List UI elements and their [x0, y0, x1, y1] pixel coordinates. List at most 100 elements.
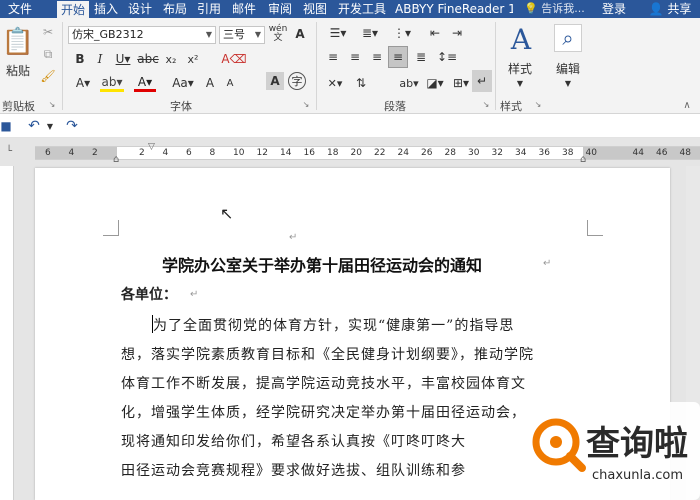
tab-home[interactable]: 开始	[57, 0, 89, 18]
underline-icon[interactable]: U▾	[112, 50, 134, 68]
clipboard-launcher-icon[interactable]: ↘	[48, 100, 56, 109]
highlight-color-icon[interactable]: ab▾	[100, 74, 124, 92]
chevron-down-icon[interactable]: ▼	[560, 78, 576, 88]
chevron-down-icon[interactable]: ▼	[45, 118, 55, 134]
watermark-brand: 查询啦	[586, 424, 688, 464]
shrink-font-icon[interactable]: A	[222, 74, 238, 92]
styles-icon[interactable]: A	[504, 22, 538, 56]
tell-me-search[interactable]: 💡 告诉我...	[524, 0, 594, 18]
phonetic-guide-button[interactable]: wén 文	[268, 24, 288, 44]
share-button[interactable]: 👤 共享	[640, 0, 700, 18]
tell-me-label: 告诉我...	[541, 2, 585, 15]
multilevel-list-icon[interactable]: ⋮▾	[388, 24, 416, 42]
align-left-icon[interactable]: ≡	[324, 48, 342, 66]
tab-selector-icon[interactable]: └	[2, 146, 16, 160]
tab-review[interactable]: 审阅	[265, 0, 295, 18]
copy-icon[interactable]: ⧉	[40, 46, 56, 62]
tab-references[interactable]: 引用	[194, 0, 224, 18]
bullets-icon[interactable]: ☰▾	[324, 24, 352, 42]
grow-font-icon[interactable]: A	[202, 74, 218, 92]
text-effects-icon[interactable]: A▾	[72, 74, 94, 92]
tab-file[interactable]: 文件	[0, 0, 40, 18]
chinese-layout-icon[interactable]: ✕▾	[324, 74, 346, 92]
enclose-characters-icon[interactable]: 字	[288, 72, 306, 90]
ruler-tick-label: 8	[209, 148, 216, 158]
tab-layout[interactable]: 布局	[160, 0, 190, 18]
numbering-icon[interactable]: ≣▾	[356, 24, 384, 42]
subscript-icon[interactable]: x₂	[162, 50, 180, 68]
font-name-dropdown[interactable]: 仿宋_GB2312 ▼	[68, 26, 216, 44]
line-spacing-icon[interactable]: ↕≡	[434, 48, 460, 66]
tab-mailings[interactable]: 邮件	[229, 0, 259, 18]
clear-formatting-icon[interactable]: A⌫	[221, 50, 246, 68]
right-indent-marker-icon[interactable]: ⌂	[580, 154, 586, 165]
styles-group-label: 样式	[500, 100, 522, 113]
bold-icon[interactable]: B	[72, 50, 88, 68]
vertical-ruler[interactable]	[0, 166, 14, 500]
ruler-tick-label: 32	[491, 148, 503, 158]
ruler-tick-label: 14	[280, 148, 292, 158]
tab-abbyy-finereader[interactable]: ABBYY FineReader 1	[395, 0, 513, 18]
body-line[interactable]: 田径运动会竞赛规程》要求做好选拔、组队训练和参	[121, 460, 466, 480]
font-size-dropdown[interactable]: 三号 ▼	[219, 26, 265, 44]
borders-icon[interactable]: ⊞▾	[450, 74, 472, 92]
align-right-icon[interactable]: ≡	[368, 48, 386, 66]
character-border-icon[interactable]: A	[290, 24, 310, 44]
ruler-tick-label: 36	[538, 148, 550, 158]
sort-icon[interactable]: ⇅	[350, 74, 372, 92]
superscript-icon[interactable]: x²	[184, 50, 202, 68]
body-line[interactable]: 化，增强学生体质，经学院研究决定举办第十届田径运动会，	[121, 402, 526, 422]
distributed-icon[interactable]: ≣	[412, 48, 430, 66]
increase-indent-icon[interactable]: ⇥	[448, 24, 466, 42]
tab-insert[interactable]: 插入	[91, 0, 121, 18]
body-line[interactable]: 现将通知印发给你们，希望各系认真按《叮咚叮咚大	[121, 431, 466, 451]
sign-in-button[interactable]: 登录	[598, 0, 630, 18]
collapse-ribbon-icon[interactable]: ∧	[680, 100, 694, 111]
margin-corner-mark	[587, 220, 603, 236]
paste-button[interactable]: 粘贴	[2, 62, 34, 78]
change-case-icon[interactable]: Aa▾	[168, 74, 198, 92]
character-shading-icon[interactable]: A	[266, 72, 284, 90]
search-icon[interactable]: ⌕	[554, 24, 582, 52]
paste-icon[interactable]: 📋	[2, 24, 34, 60]
character-spacing-icon[interactable]: ab▾	[398, 74, 420, 92]
paragraph-launcher-icon[interactable]: ↘	[482, 100, 490, 109]
tab-design[interactable]: 设计	[125, 0, 155, 18]
document-addressee[interactable]: 各单位：	[121, 284, 177, 304]
justify-icon[interactable]: ≡	[388, 46, 408, 68]
ribbon-tab-bar: 文件 开始 插入 设计 布局 引用 邮件 审阅 视图 开发工具 ABBYY Fi…	[0, 0, 700, 18]
body-line[interactable]: 体育工作不断发展，提高学院运动竞技水平，丰富校园体育文	[121, 373, 526, 393]
hanging-indent-marker-icon[interactable]: ⌂	[113, 154, 119, 165]
ruler-tick-label: 6	[45, 148, 51, 158]
share-label: 共享	[667, 2, 692, 16]
format-painter-icon[interactable]: 🖌	[40, 68, 56, 84]
styles-button[interactable]: 样式	[500, 60, 540, 76]
font-launcher-icon[interactable]: ↘	[302, 100, 310, 109]
italic-icon[interactable]: I	[92, 50, 108, 68]
undo-icon[interactable]: ↶	[24, 118, 44, 134]
redo-icon[interactable]: ↷	[62, 118, 82, 134]
horizontal-ruler[interactable]: 6 4 2 2 4 6 8 10 12 14 16 18 20 22 24 26 28 30 32 34 36 38 40 4…	[35, 146, 700, 160]
styles-launcher-icon[interactable]: ↘	[534, 100, 542, 109]
first-line-indent-marker-icon[interactable]: ▽	[148, 142, 155, 152]
body-line[interactable]: 想，落实学院素质教育目标和《全民健身计划纲要》，推动学院	[121, 344, 534, 364]
cut-icon[interactable]: ✂	[40, 24, 56, 40]
group-divider	[495, 22, 496, 110]
ruler-tick-label: 30	[468, 148, 480, 158]
strikethrough-icon[interactable]: abc	[137, 50, 159, 68]
chevron-down-icon: ▼	[254, 30, 261, 39]
body-line[interactable]: 为了全面贯彻党的体育方针，实现“健康第一”的指导思	[153, 315, 514, 335]
tab-developer[interactable]: 开发工具	[334, 0, 390, 18]
save-icon[interactable]: ■	[0, 118, 12, 134]
ruler-tick-label: 34	[515, 148, 527, 158]
edit-button[interactable]: 编辑	[550, 60, 586, 76]
shading-icon[interactable]: ◪▾	[424, 74, 446, 92]
show-marks-icon[interactable]: ↵	[472, 70, 492, 92]
tab-view[interactable]: 视图	[300, 0, 330, 18]
align-center-icon[interactable]: ≡	[346, 48, 364, 66]
decrease-indent-icon[interactable]: ⇤	[426, 24, 444, 42]
document-title[interactable]: 学院办公室关于举办第十届田径运动会的通知	[162, 252, 482, 276]
chevron-down-icon[interactable]: ▼	[512, 78, 528, 88]
group-divider	[62, 22, 63, 110]
font-color-icon[interactable]: A▾	[134, 74, 156, 92]
